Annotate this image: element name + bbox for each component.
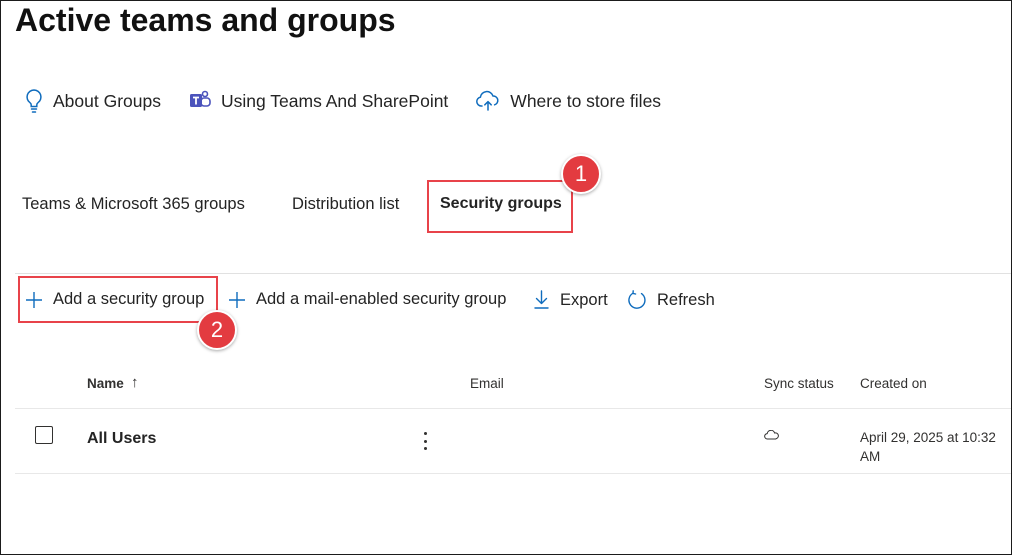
add-mail-enabled-security-group-label: Add a mail-enabled security group <box>256 290 507 308</box>
command-bar-divider <box>15 273 1011 274</box>
column-header-sync-status[interactable]: Sync status <box>764 376 834 391</box>
where-to-store-files-link[interactable]: Where to store files <box>475 90 661 112</box>
about-groups-link[interactable]: About Groups <box>24 88 161 114</box>
export-button[interactable]: Export <box>533 290 608 310</box>
column-header-created-on[interactable]: Created on <box>860 376 927 391</box>
using-teams-sharepoint-link[interactable]: Using Teams And SharePoint <box>188 89 448 113</box>
group-name-all-users[interactable]: All Users <box>87 430 156 448</box>
tab-teams-m365-groups[interactable]: Teams & Microsoft 365 groups <box>22 195 245 214</box>
using-teams-sharepoint-label: Using Teams And SharePoint <box>220 90 449 111</box>
step-1-badge: 1 <box>561 154 601 194</box>
help-links: About Groups Using Teams And SharePoint … <box>24 86 688 116</box>
refresh-button[interactable]: Refresh <box>627 290 715 310</box>
highlight-add-security-group <box>18 276 218 323</box>
created-on-value: April 29, 2025 at 10:32 AM <box>860 430 996 464</box>
add-mail-enabled-security-group-button[interactable]: Add a mail-enabled security group <box>228 290 506 309</box>
step-2-badge: 2 <box>197 310 237 350</box>
cloud-upload-icon <box>476 90 499 111</box>
refresh-icon <box>628 290 646 309</box>
plus-icon <box>229 291 245 308</box>
sort-ascending-icon[interactable]: ↑ <box>131 374 139 391</box>
header-row-divider <box>15 408 1011 409</box>
row-select-checkbox[interactable] <box>35 426 53 444</box>
highlight-security-groups-tab <box>427 180 573 233</box>
page-title: Active teams and groups <box>15 2 396 38</box>
where-to-store-files-label: Where to store files <box>510 90 662 111</box>
refresh-label: Refresh <box>657 290 715 309</box>
cloud-icon <box>764 430 779 440</box>
download-icon <box>534 290 549 309</box>
teams-icon <box>189 90 211 107</box>
column-header-name[interactable]: Name <box>87 376 124 391</box>
tab-distribution-list[interactable]: Distribution list <box>292 195 399 214</box>
more-options-button[interactable] <box>417 430 433 452</box>
export-label: Export <box>560 290 608 309</box>
about-groups-label: About Groups <box>53 90 161 111</box>
row-divider <box>15 473 1011 474</box>
column-header-email[interactable]: Email <box>470 376 504 391</box>
lightbulb-icon <box>26 89 42 113</box>
